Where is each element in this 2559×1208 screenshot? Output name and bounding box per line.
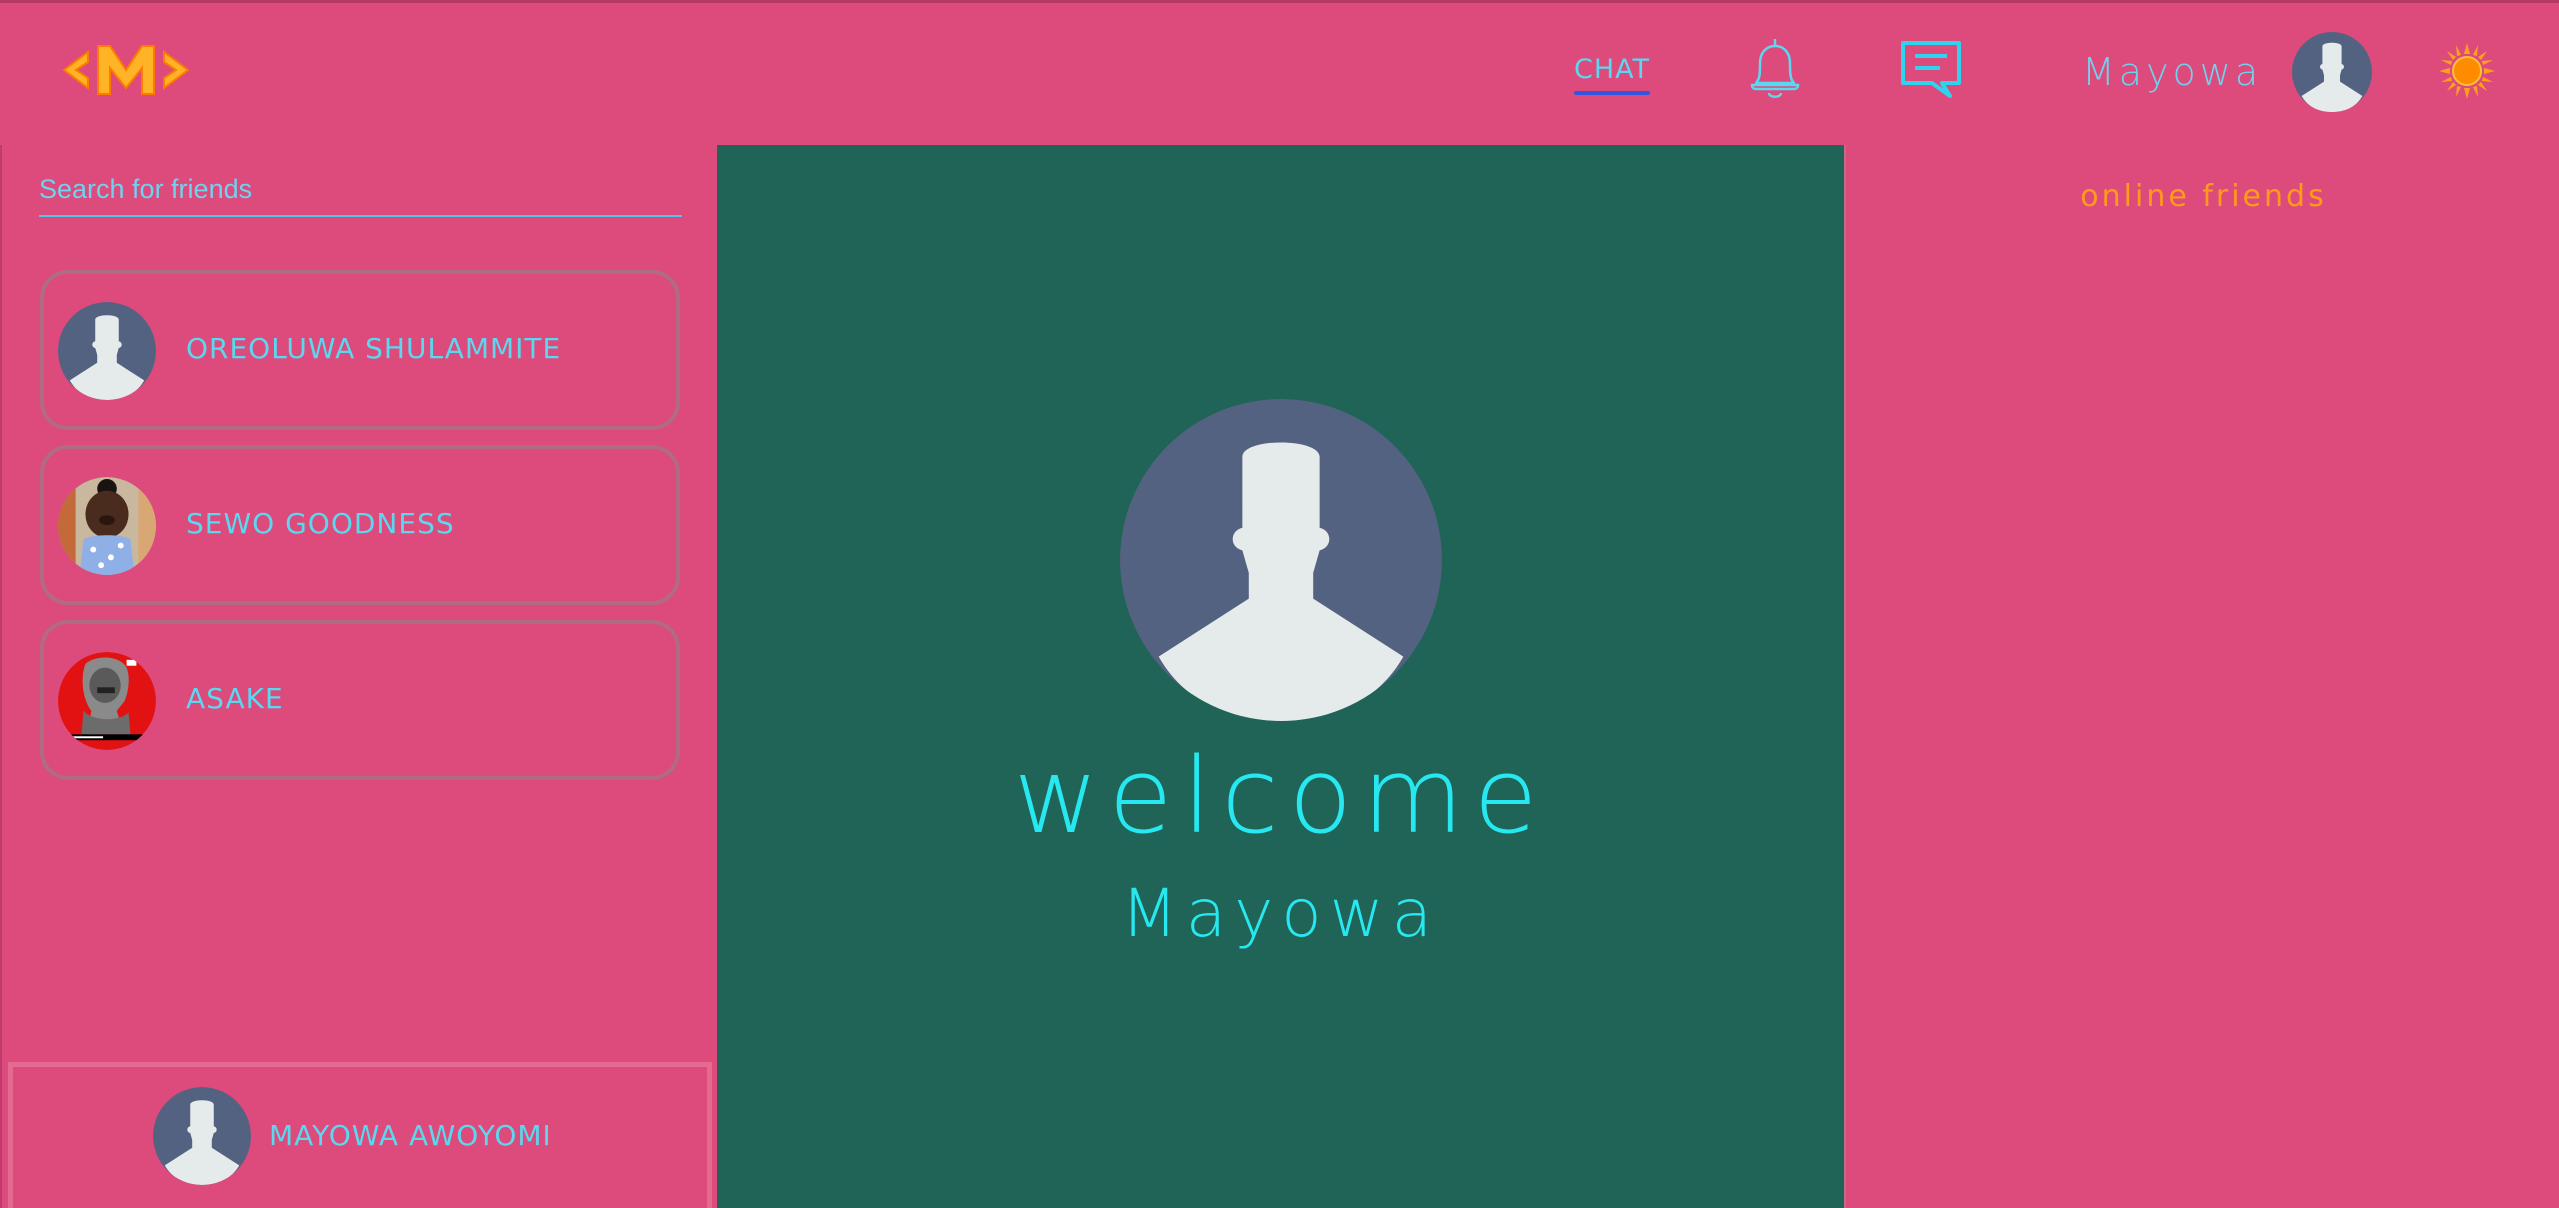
welcome-avatar [1120, 399, 1442, 721]
header: CHAT Mayowa [0, 0, 2559, 145]
message-icon[interactable] [1898, 38, 1964, 102]
nav-chat-link[interactable]: CHAT [1574, 54, 1651, 95]
logo-icon[interactable] [60, 40, 192, 100]
friend-name: SEWO GOODNESS [186, 507, 455, 540]
welcome-heading: welcome [1013, 735, 1548, 857]
current-user-name: MAYOWA AWOYOMI [269, 1119, 552, 1152]
online-friends-title: online friends [2080, 179, 2327, 214]
avatar [58, 302, 156, 400]
friend-name: ASAKE [186, 682, 284, 715]
friend-item[interactable]: ASAKE [40, 620, 680, 780]
friend-name: OREOLUWA SHULAMMITE [186, 332, 562, 365]
header-user-name: Mayowa [2082, 50, 2263, 94]
welcome-user-name: Mayowa [1120, 875, 1441, 952]
avatar [153, 1087, 251, 1185]
bell-icon[interactable] [1744, 35, 1806, 103]
online-friends-panel: online friends [1844, 145, 2559, 1208]
search-input[interactable] [39, 163, 682, 217]
avatar [58, 477, 156, 575]
friend-item[interactable]: SEWO GOODNESS [40, 445, 680, 605]
avatar [58, 652, 156, 750]
welcome-panel: welcome Mayowa [717, 145, 1844, 1208]
sun-icon[interactable] [2438, 42, 2496, 100]
header-avatar[interactable] [2292, 32, 2372, 112]
friends-sidebar: OREOLUWA SHULAMMITE SEWO GOODNESS [0, 145, 716, 1208]
current-user-card[interactable]: MAYOWA AWOYOMI [8, 1062, 712, 1208]
friend-item[interactable]: OREOLUWA SHULAMMITE [40, 270, 680, 430]
